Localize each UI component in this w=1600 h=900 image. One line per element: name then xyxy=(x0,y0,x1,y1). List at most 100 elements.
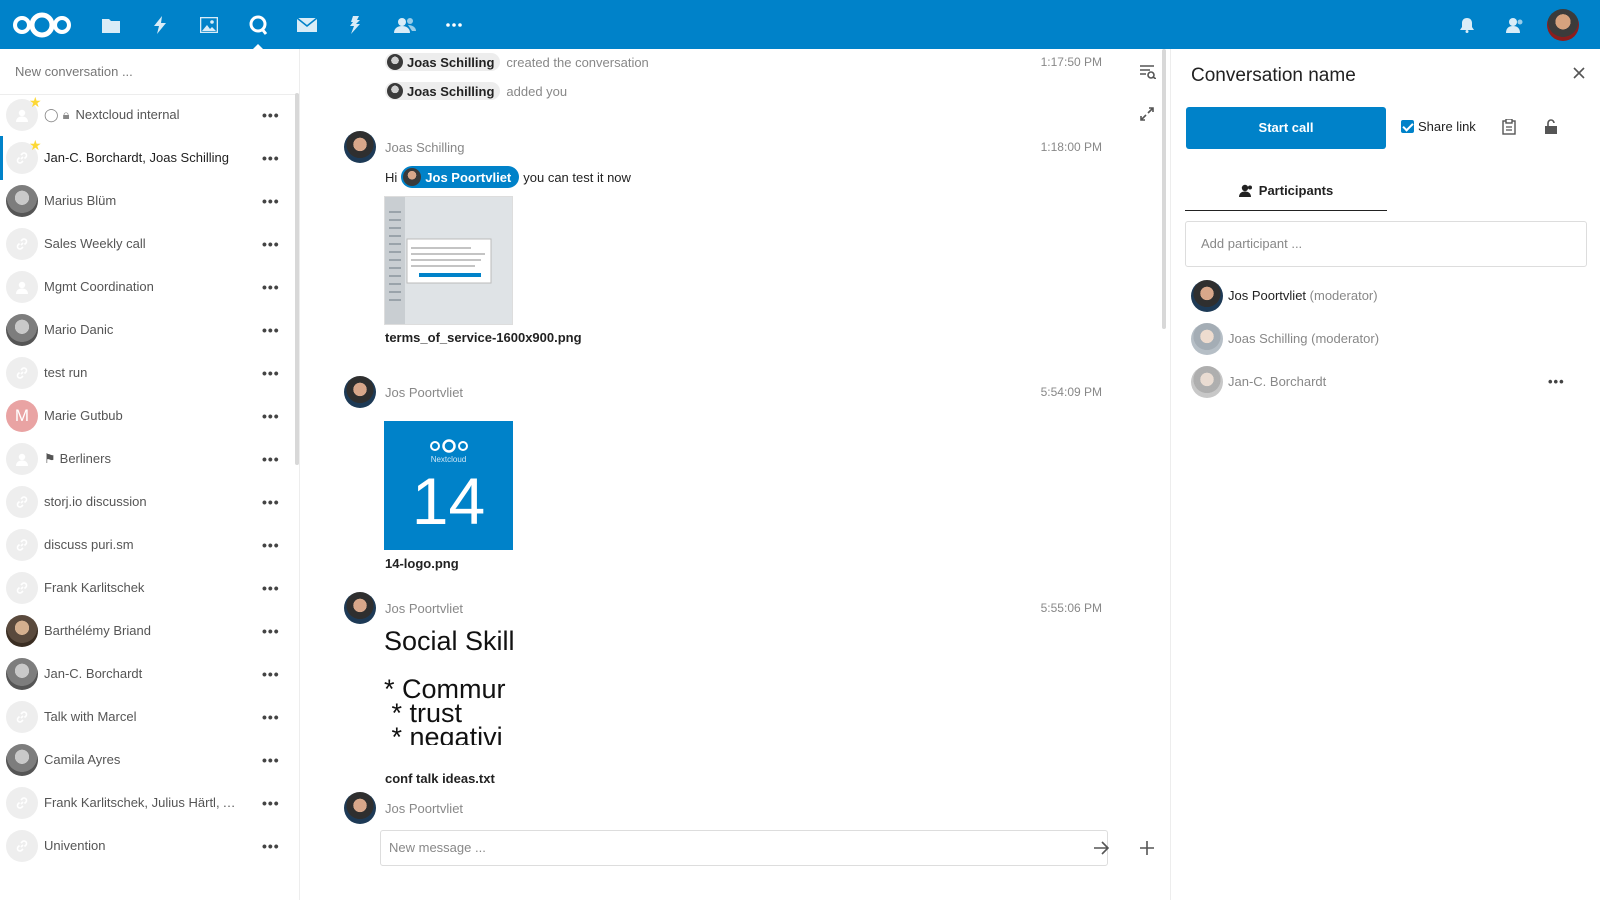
conversation-name-row: Frank Karlitschek, Julius Härtl, Ar... xyxy=(44,781,244,825)
conversation-menu-icon[interactable]: ••• xyxy=(262,752,280,768)
lock-icon[interactable] xyxy=(1545,119,1557,134)
gallery-icon[interactable] xyxy=(194,10,224,40)
conversation-menu-icon[interactable]: ••• xyxy=(262,795,280,811)
conversation-item[interactable]: Univention ••• xyxy=(0,824,295,868)
contacts-menu-icon[interactable] xyxy=(1500,10,1530,40)
user-chip[interactable]: Joas Schilling xyxy=(385,53,501,71)
conversation-name[interactable]: Conversation name xyxy=(1191,65,1356,87)
conversation-item[interactable]: Frank Karlitschek ••• xyxy=(0,566,295,610)
conversation-item[interactable]: Camila Ayres ••• xyxy=(0,738,295,782)
message-text: you can test it now xyxy=(523,169,631,185)
add-participant-input[interactable]: Add participant ... xyxy=(1185,221,1587,267)
participant-role: (moderator) xyxy=(1309,288,1378,303)
conversation-item[interactable]: storj.io discussion ••• xyxy=(0,480,295,524)
conversation-menu-icon[interactable]: ••• xyxy=(262,322,280,338)
more-apps-icon[interactable] xyxy=(439,10,469,40)
message-author-avatar[interactable] xyxy=(344,592,376,624)
activity-icon[interactable] xyxy=(145,10,175,40)
close-icon[interactable] xyxy=(1573,67,1585,79)
conversation-menu-icon[interactable]: ••• xyxy=(262,408,280,424)
message-author-avatar[interactable] xyxy=(344,131,376,163)
conversation-item[interactable]: ★ ◯ 🔒︎ Nextcloud internal ••• xyxy=(0,93,295,137)
user-chip[interactable]: Joas Schilling xyxy=(385,82,501,100)
participant-item[interactable]: Jos Poortvliet (moderator) xyxy=(1191,280,1581,312)
add-attachment-icon[interactable] xyxy=(1140,841,1154,855)
contacts-icon[interactable] xyxy=(390,10,420,40)
file-name[interactable]: 14-logo.png xyxy=(385,556,459,571)
tab-participants[interactable]: Participants xyxy=(1185,171,1387,211)
fullscreen-icon[interactable] xyxy=(1140,107,1154,121)
participant-item[interactable]: Jan-C. Borchardt ••• xyxy=(1191,366,1581,398)
files-icon[interactable] xyxy=(96,10,126,40)
participant-avatar xyxy=(1191,280,1223,312)
user-avatar[interactable] xyxy=(1547,9,1579,41)
chat-scrollbar[interactable] xyxy=(1162,49,1166,329)
conversation-menu-icon[interactable]: ••• xyxy=(262,193,280,209)
contact-avatar xyxy=(6,658,38,690)
text-file-preview[interactable]: Social Skill * Commur * trust * negativi xyxy=(384,624,513,745)
conversation-menu-icon[interactable]: ••• xyxy=(262,451,280,467)
copy-link-icon[interactable] xyxy=(1502,119,1516,135)
message-timestamp: 5:54:09 PM xyxy=(1040,385,1102,399)
new-message-input[interactable]: New message ... xyxy=(380,830,1108,866)
conversation-menu-icon[interactable]: ••• xyxy=(262,709,280,725)
send-icon[interactable] xyxy=(1094,841,1110,855)
conversation-item[interactable]: Jan-C. Borchardt ••• xyxy=(0,652,295,696)
conversation-item[interactable]: test run ••• xyxy=(0,351,295,395)
conversation-menu-icon[interactable]: ••• xyxy=(262,623,280,639)
chat-view: Joas Schilling created the conversation … xyxy=(300,49,1170,900)
message-author-avatar[interactable] xyxy=(344,376,376,408)
conversation-menu-icon[interactable]: ••• xyxy=(262,279,280,295)
conversation-item[interactable]: Barthélémy Briand ••• xyxy=(0,609,295,653)
file-name[interactable]: terms_of_service-1600x900.png xyxy=(385,330,582,345)
conversation-name: Mgmt Coordination xyxy=(44,279,154,294)
new-conversation-input[interactable]: New conversation ... xyxy=(0,49,299,95)
participant-menu-icon[interactable]: ••• xyxy=(1548,374,1565,389)
public-link-icon xyxy=(6,701,38,733)
image-preview[interactable] xyxy=(384,196,513,325)
conversation-item[interactable]: Sales Weekly call ••• xyxy=(0,222,295,266)
conversation-item[interactable]: Frank Karlitschek, Julius Härtl, Ar... ••… xyxy=(0,781,295,825)
share-link-toggle[interactable]: Share link xyxy=(1401,119,1476,134)
deck-icon[interactable] xyxy=(341,10,371,40)
mail-icon[interactable] xyxy=(292,10,322,40)
conversation-name-row: storj.io discussion xyxy=(44,480,244,524)
talk-icon[interactable] xyxy=(243,10,273,49)
user-mini-avatar xyxy=(387,83,403,99)
conversation-item[interactable]: Mgmt Coordination ••• xyxy=(0,265,295,309)
start-call-button[interactable]: Start call xyxy=(1186,107,1386,149)
conversation-item[interactable]: ⚑ Berliners ••• xyxy=(0,437,295,481)
conversation-name-row: Sales Weekly call xyxy=(44,222,244,266)
conversation-item[interactable]: Marius Blüm ••• xyxy=(0,179,295,223)
conversation-menu-icon[interactable]: ••• xyxy=(262,365,280,381)
share-link-checkbox[interactable] xyxy=(1401,120,1414,133)
conversation-menu-icon[interactable]: ••• xyxy=(262,236,280,252)
conversation-menu-icon[interactable]: ••• xyxy=(262,666,280,682)
conversation-menu-icon[interactable]: ••• xyxy=(262,537,280,553)
conversation-item[interactable]: ★ Jan-C. Borchardt, Joas Schilling ••• xyxy=(0,136,295,180)
mention-chip[interactable]: Jos Poortvliet xyxy=(401,166,520,188)
participants-icon xyxy=(1238,184,1253,197)
message-author-avatar[interactable] xyxy=(344,792,376,824)
notifications-icon[interactable] xyxy=(1452,10,1482,40)
sidebar-scrollbar[interactable] xyxy=(295,93,299,465)
actor-name: Joas Schilling xyxy=(407,54,495,70)
conversation-name: Barthélémy Briand xyxy=(44,623,151,638)
conversation-item[interactable]: Mario Danic ••• xyxy=(0,308,295,352)
conversation-name: Talk with Marcel xyxy=(44,709,137,724)
message-author: Jos Poortvliet xyxy=(385,601,464,616)
conversation-menu-icon[interactable]: ••• xyxy=(262,150,280,166)
nextcloud-logo-icon[interactable] xyxy=(10,10,74,40)
image-preview[interactable]: Nextcloud 14 xyxy=(384,421,513,550)
conversation-menu-icon[interactable]: ••• xyxy=(262,494,280,510)
conversation-item[interactable]: discuss puri.sm ••• xyxy=(0,523,295,567)
contact-avatar: M xyxy=(6,400,38,432)
conversation-item[interactable]: M Marie Gutbub ••• xyxy=(0,394,295,438)
conversation-menu-icon[interactable]: ••• xyxy=(262,107,280,123)
conversation-menu-icon[interactable]: ••• xyxy=(262,838,280,854)
conversation-item[interactable]: Talk with Marcel ••• xyxy=(0,695,295,739)
participant-item[interactable]: Joas Schilling (moderator) xyxy=(1191,323,1581,355)
file-name[interactable]: conf talk ideas.txt xyxy=(385,771,495,786)
conversation-menu-icon[interactable]: ••• xyxy=(262,580,280,596)
filter-icon[interactable] xyxy=(1140,65,1156,79)
